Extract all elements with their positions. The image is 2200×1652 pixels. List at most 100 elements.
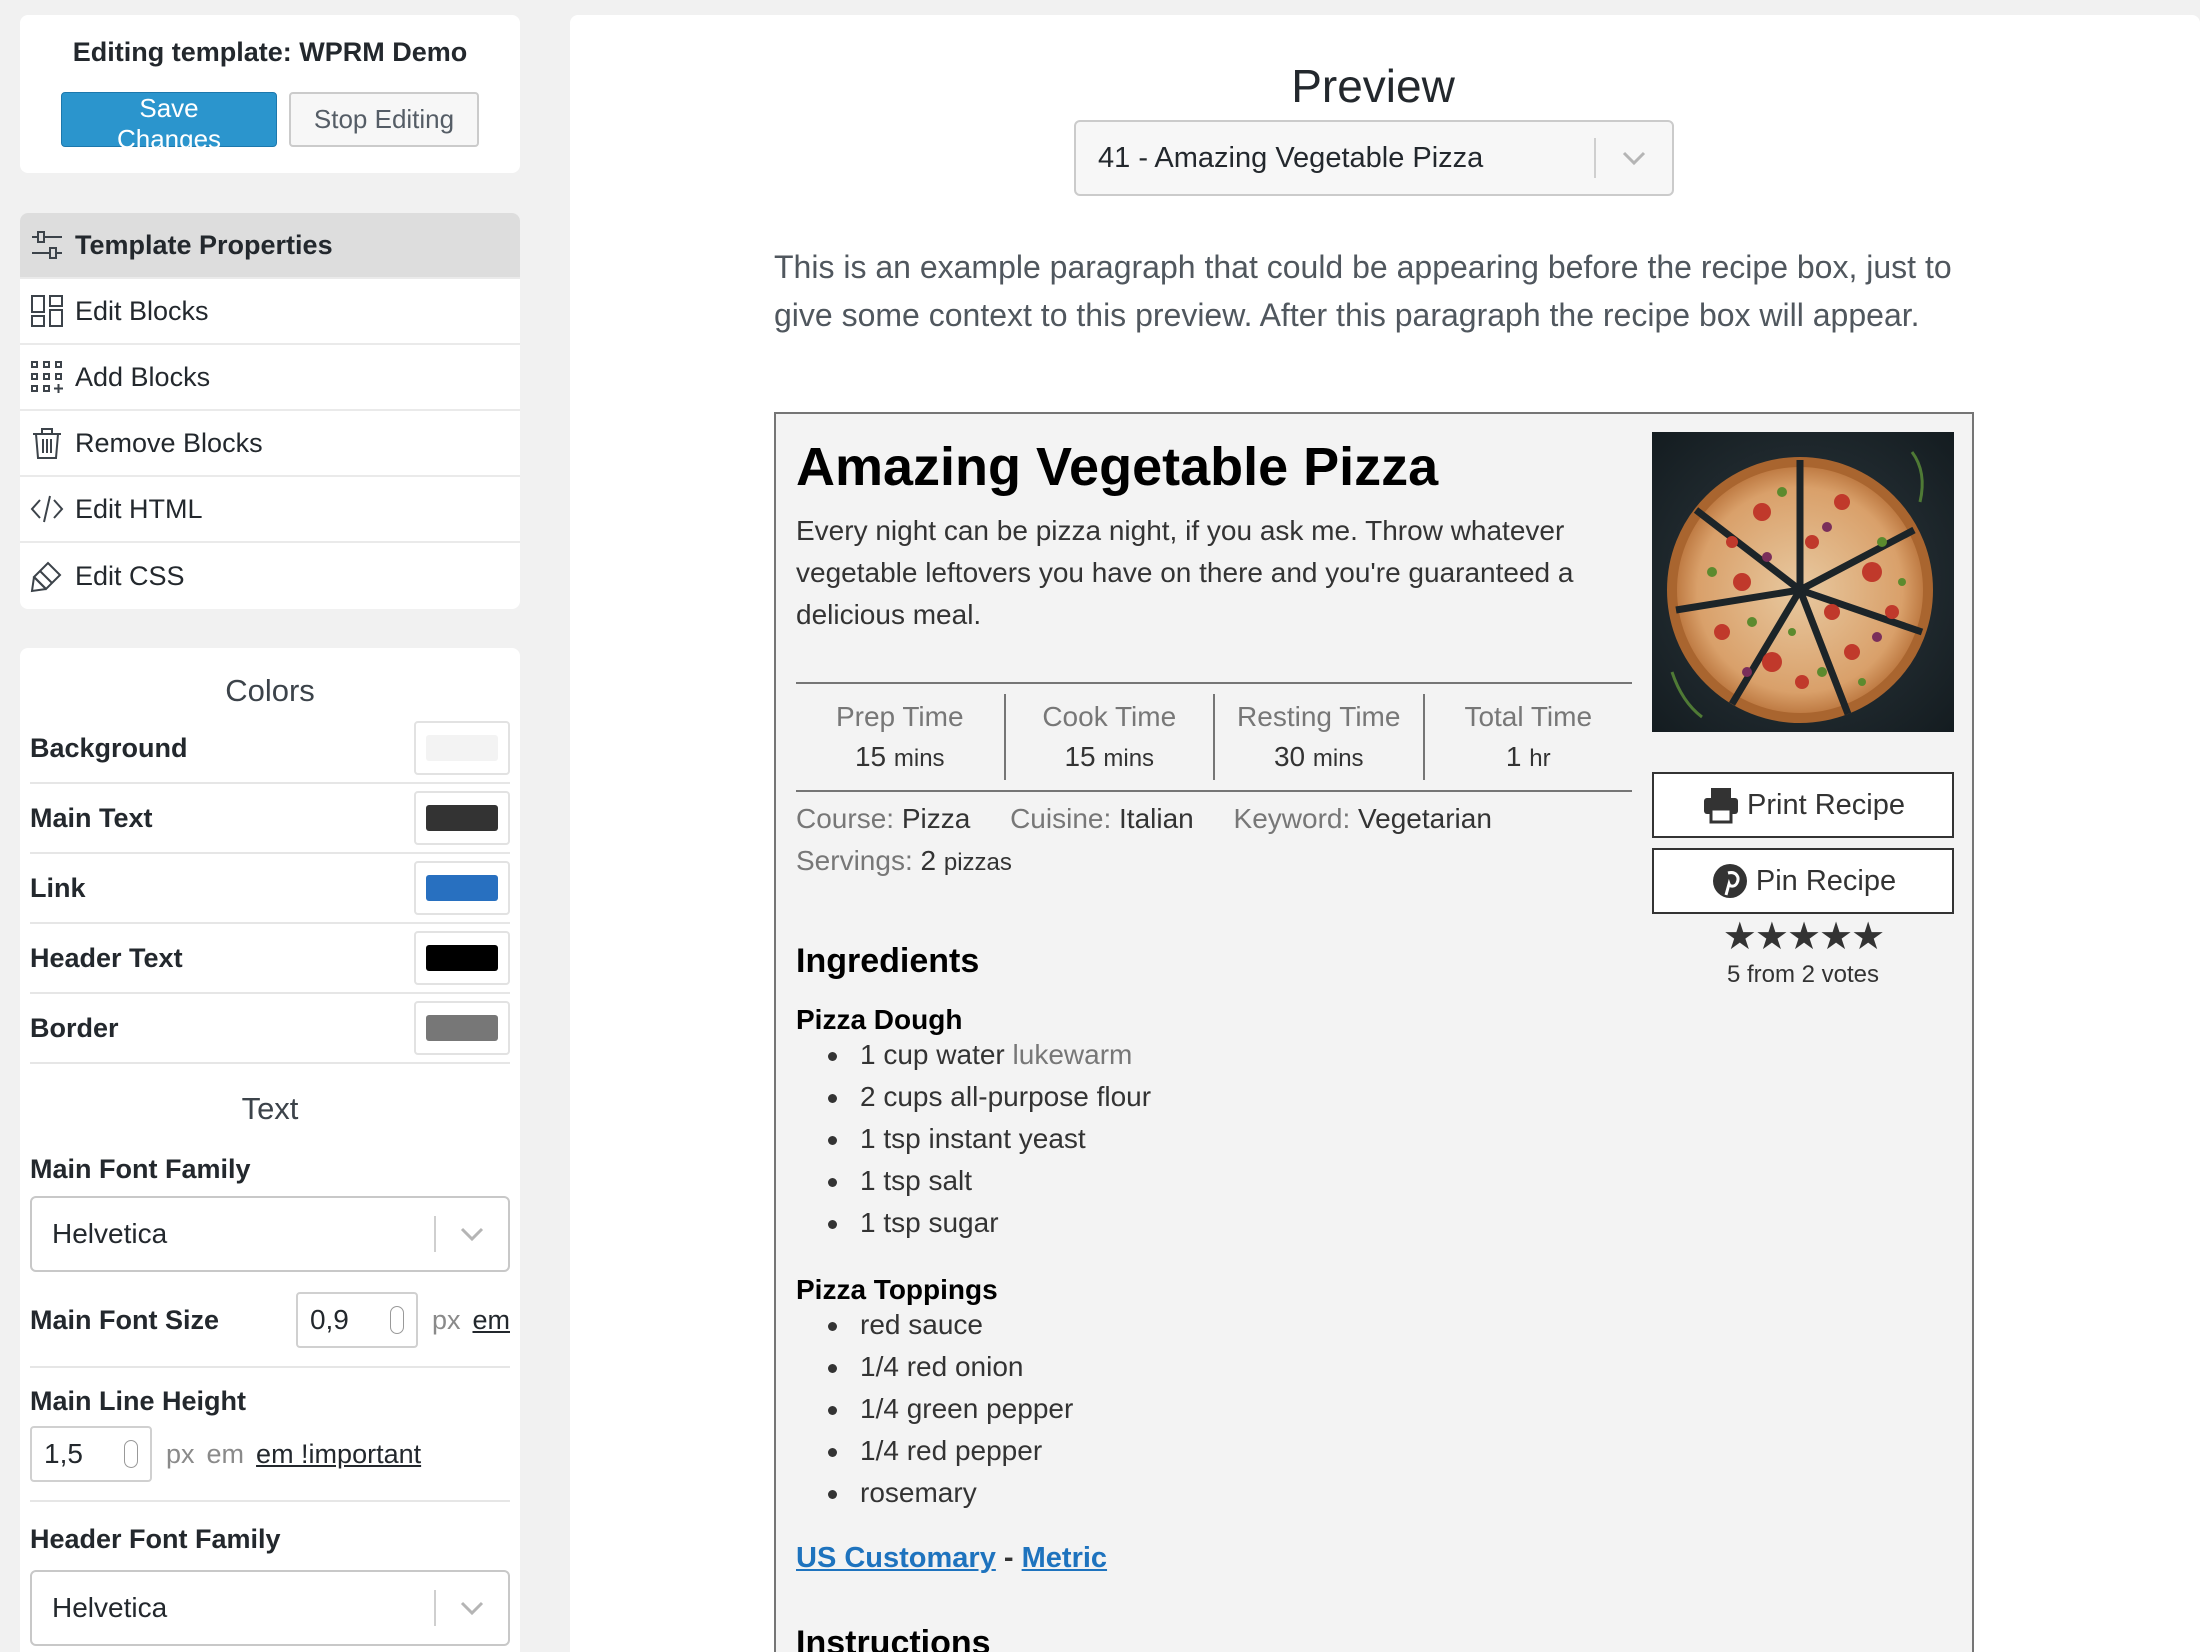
preview-title: Preview [1291, 60, 1455, 112]
ingredient-text: 1 tsp sugar [860, 1207, 999, 1238]
main-line-height-value: 1,5 [44, 1438, 83, 1469]
ingredient-text: 1/4 red pepper [860, 1435, 1043, 1466]
star-icon[interactable]: ★ [1755, 916, 1789, 958]
time-block-cook: Cook Time 15 mins [1006, 694, 1215, 780]
stepper-icon[interactable] [389, 1306, 404, 1334]
ingredient-text: red sauce [860, 1309, 983, 1340]
color-picker-border[interactable] [414, 1001, 510, 1055]
course-value: Pizza [901, 803, 971, 834]
star-icon[interactable]: ★ [1787, 916, 1821, 958]
unit-em-important-selected[interactable]: em !important [256, 1439, 421, 1470]
star-icon[interactable]: ★ [1723, 916, 1757, 958]
menu-item-edit-css[interactable]: Edit CSS [20, 543, 520, 609]
time-unit: mins [1103, 745, 1155, 772]
ingredient-group-title: Pizza Toppings [796, 1274, 998, 1305]
unit-em[interactable]: em [207, 1439, 245, 1470]
menu-item-remove-blocks[interactable]: Remove Blocks [20, 411, 520, 477]
menu-label-add-blocks: Add Blocks [75, 361, 211, 392]
recipe-name: Amazing Vegetable Pizza [796, 437, 1439, 497]
paint-icon [30, 559, 64, 593]
color-picker-main-text[interactable] [414, 791, 510, 845]
time-block-resting: Resting Time 30 mins [1215, 694, 1425, 780]
menu-item-edit-html[interactable]: Edit HTML [20, 477, 520, 543]
header-font-family-label: Header Font Family [30, 1524, 281, 1554]
time-value: 15 mins [796, 741, 1004, 773]
unit-px[interactable]: px [166, 1439, 195, 1470]
main-font-family-select[interactable]: Helvetica [30, 1196, 510, 1272]
star-icon[interactable]: ★ [1851, 916, 1885, 958]
color-swatch [426, 875, 498, 901]
keyword-label: Keyword: [1233, 803, 1351, 834]
menu-item-template-properties[interactable]: Template Properties [20, 213, 520, 279]
layout-blocks-icon [30, 294, 64, 328]
ingredient-item: 1/4 red pepper [796, 1430, 1073, 1472]
time-value: 1 hr [1425, 741, 1633, 773]
main-font-size-input[interactable]: 0,9 [295, 1292, 418, 1348]
star-icon[interactable]: ★ [1819, 916, 1853, 958]
time-number: 15 [1064, 741, 1096, 772]
menu-item-add-blocks[interactable]: Add Blocks [20, 345, 520, 411]
unit-conversion: US Customary - Metric [796, 1542, 1107, 1575]
trash-icon [30, 426, 64, 460]
time-unit: mins [1312, 745, 1364, 772]
color-row-border: Border [30, 994, 510, 1064]
editing-buttons: Save Changes Stop Editing [20, 92, 520, 154]
us-customary-link[interactable]: US Customary [796, 1542, 996, 1574]
main-line-height-row: 1,5 px em em !important [30, 1426, 510, 1482]
menu-item-edit-blocks[interactable]: Edit Blocks [20, 279, 520, 345]
menu-label-remove-blocks: Remove Blocks [75, 427, 263, 458]
recipe-select[interactable]: 41 - Amazing Vegetable Pizza [1074, 120, 1674, 196]
color-picker-header-text[interactable] [414, 931, 510, 985]
main-line-height-input[interactable]: 1,5 [30, 1426, 152, 1482]
ingredient-text: 1 cup water [860, 1039, 1005, 1070]
stepper-icon[interactable] [124, 1440, 138, 1468]
keyword-value: Vegetarian [1358, 803, 1492, 834]
color-label: Border [30, 1012, 119, 1043]
unit-em-selected[interactable]: em [472, 1305, 510, 1336]
time-label: Total Time [1464, 701, 1593, 732]
chevron-down-icon [1596, 150, 1672, 166]
pin-recipe-button[interactable]: Pin Recipe [1652, 848, 1954, 914]
time-label: Prep Time [835, 701, 964, 732]
ingredient-text: 1 tsp instant yeast [860, 1123, 1086, 1154]
recipe-rating: ★★★★★ 5 from 2 votes [1652, 914, 1954, 989]
ingredients-heading: Ingredients [796, 942, 980, 980]
tags-line-2: Servings: 2 pizzas [796, 840, 1626, 884]
select-arrow-area [434, 1216, 508, 1252]
ingredient-item: 1 tsp salt [796, 1160, 1151, 1202]
ingredient-item: 1 tsp instant yeast [796, 1118, 1151, 1160]
select-arrow-area [434, 1590, 508, 1626]
intro-paragraph: This is an example paragraph that could … [774, 249, 1952, 333]
editing-title: Editing template: WPRM Demo [72, 37, 468, 67]
time-block-total: Total Time 1 hr [1425, 694, 1633, 780]
color-row-background: Background [30, 714, 510, 784]
color-picker-link[interactable] [414, 861, 510, 915]
ingredient-text: 2 cups all-purpose flour [860, 1081, 1152, 1112]
ingredient-group-title: Pizza Dough [796, 1004, 963, 1035]
color-swatch [426, 735, 498, 761]
ingredient-notes: lukewarm [1012, 1039, 1133, 1070]
header-font-family-select[interactable]: Helvetica [30, 1570, 510, 1646]
color-label: Background [30, 732, 188, 763]
servings-value[interactable]: 2 [921, 845, 937, 876]
menu-label-edit-css: Edit CSS [75, 560, 185, 591]
sliders-icon [30, 228, 64, 262]
print-recipe-button[interactable]: Print Recipe [1652, 772, 1954, 838]
time-label: Cook Time [1042, 701, 1177, 732]
color-picker-background[interactable] [414, 721, 510, 775]
text-section-title: Text [241, 1091, 299, 1126]
time-value: 30 mins [1215, 741, 1423, 773]
rating-stars[interactable]: ★★★★★ [1652, 914, 1954, 959]
select-arrow-area [1594, 138, 1672, 178]
metric-link[interactable]: Metric [1022, 1542, 1107, 1574]
ingredient-item: 1 tsp sugar [796, 1202, 1151, 1244]
stop-editing-button[interactable]: Stop Editing [289, 92, 479, 147]
pizza-photo [1652, 432, 1954, 732]
template-menu: Template Properties Edit Blocks Add Bloc… [20, 213, 520, 609]
chevron-down-icon [436, 1226, 508, 1242]
main-font-size-value: 0,9 [309, 1304, 349, 1335]
save-changes-button[interactable]: Save Changes [61, 92, 277, 154]
main-line-height-label: Main Line Height [30, 1386, 246, 1416]
ingredient-item: rosemary [796, 1472, 1073, 1514]
unit-px[interactable]: px [432, 1305, 461, 1336]
